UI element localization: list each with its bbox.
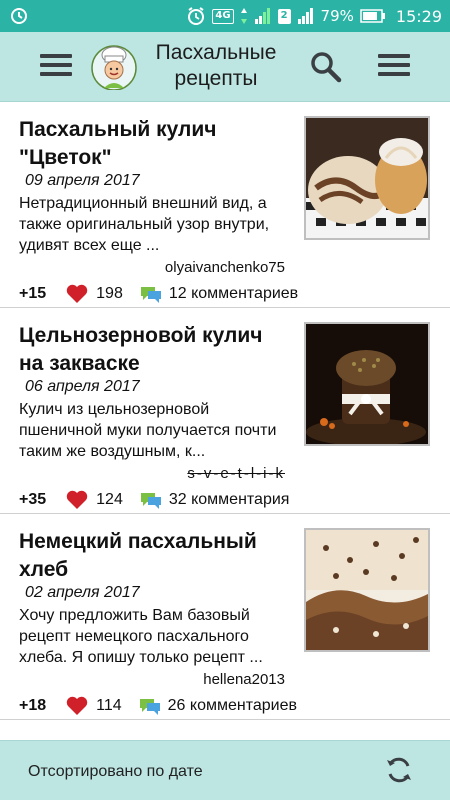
comments-icon (139, 699, 160, 715)
recipe-card[interactable]: Цельнозерновой кулич на закваске 06 апре… (0, 308, 450, 514)
bottom-bar: Отсортировано по дате (0, 740, 450, 800)
recipe-stats: +18 114 26 комментариев (19, 696, 297, 716)
likes-count: 124 (96, 491, 123, 508)
recipe-title[interactable]: Немецкий пасхальный хлеб (19, 528, 289, 584)
sim2-badge: 2 (277, 8, 291, 24)
recipe-list: Пасхальный кулич "Цветок" 09 апреля 2017… (0, 102, 450, 740)
recipe-description: Кулич из цельнозерновой пшеничной муки п… (19, 401, 277, 460)
app-bar: Пасхальные рецепты (0, 32, 450, 102)
recipe-author[interactable]: s-v-e-t-l-i-k (187, 465, 285, 482)
recipe-description: Нетрадиционный внешний вид, а также ориг… (19, 195, 270, 254)
recipe-score: +18 (19, 697, 47, 714)
page-title-line1: Пасхальные (155, 41, 277, 64)
recipe-card[interactable]: Немецкий пасхальный хлеб 02 апреля 2017 … (0, 514, 450, 720)
likes[interactable]: 198 (66, 284, 123, 304)
comments[interactable]: 26 комментариев (138, 696, 297, 716)
recipe-date: 09 апреля 2017 (25, 172, 140, 189)
comments[interactable]: 12 комментариев (139, 284, 298, 304)
recipe-stats: +35 124 32 комментария (19, 490, 289, 510)
status-icons: 4G 2 79% 15:29 (186, 0, 442, 32)
refresh-icon[interactable] (384, 755, 414, 785)
recipe-photo[interactable] (304, 528, 430, 652)
recipe-photo[interactable] (304, 322, 430, 446)
recipe-score: +15 (19, 285, 47, 302)
heart-icon (66, 490, 88, 509)
signal-sim2-icon (297, 8, 313, 24)
likes[interactable]: 124 (66, 490, 123, 510)
page-title-line2: рецепты (174, 67, 258, 90)
likes[interactable]: 114 (66, 696, 122, 716)
comments-icon (140, 287, 161, 303)
status-bar: 4G 2 79% 15:29 (0, 0, 450, 32)
recipe-date: 06 апреля 2017 (25, 378, 140, 395)
page-title: Пасхальные рецепты (146, 40, 286, 92)
heart-icon (66, 696, 88, 715)
chef-logo-icon (91, 45, 137, 90)
likes-count: 114 (96, 697, 122, 714)
recipe-author[interactable]: hellena2013 (203, 671, 285, 688)
recipe-stats: +15 198 12 комментариев (19, 284, 298, 304)
recipe-title[interactable]: Цельнозерновой кулич на закваске (19, 322, 289, 378)
heart-icon (66, 284, 88, 303)
signal-sim1-icon (254, 8, 270, 24)
recipe-title-line1: Цельнозерновой кулич (19, 324, 263, 347)
sync-status-icon (11, 8, 27, 24)
likes-count: 198 (96, 285, 123, 302)
overflow-menu-button[interactable] (378, 54, 410, 78)
network-type-badge: 4G (212, 8, 234, 24)
sort-label: Отсортировано по дате (28, 763, 203, 780)
recipe-description: Хочу предложить Вам базовый рецепт немец… (19, 607, 263, 666)
recipe-author[interactable]: olyaivanchenko75 (165, 259, 285, 276)
comments-count: 12 комментариев (168, 285, 299, 302)
alarm-icon (188, 7, 205, 25)
battery-icon (360, 9, 385, 23)
data-arrows-icon (240, 8, 247, 24)
recipe-title-line1: Пасхальный кулич (19, 118, 217, 141)
comments-count: 26 комментариев (167, 697, 297, 714)
search-icon[interactable] (309, 50, 343, 84)
clock: 15:29 (395, 6, 442, 26)
recipe-title-line2: хлеб (19, 558, 69, 581)
recipe-card[interactable]: Пасхальный кулич "Цветок" 09 апреля 2017… (0, 102, 450, 308)
recipe-title[interactable]: Пасхальный кулич "Цветок" (19, 116, 289, 172)
recipe-date: 02 апреля 2017 (25, 584, 140, 601)
recipe-title-line2: на закваске (19, 352, 140, 375)
comments[interactable]: 32 комментария (139, 490, 290, 510)
recipe-title-line1: Немецкий пасхальный (19, 530, 257, 553)
recipe-score: +35 (19, 491, 47, 508)
comments-icon (140, 493, 161, 509)
nav-menu-button[interactable] (40, 54, 72, 78)
recipe-title-line2: "Цветок" (19, 146, 112, 169)
battery-percent: 79% (320, 7, 354, 25)
comments-count: 32 комментария (168, 491, 290, 508)
recipe-photo[interactable] (304, 116, 430, 240)
